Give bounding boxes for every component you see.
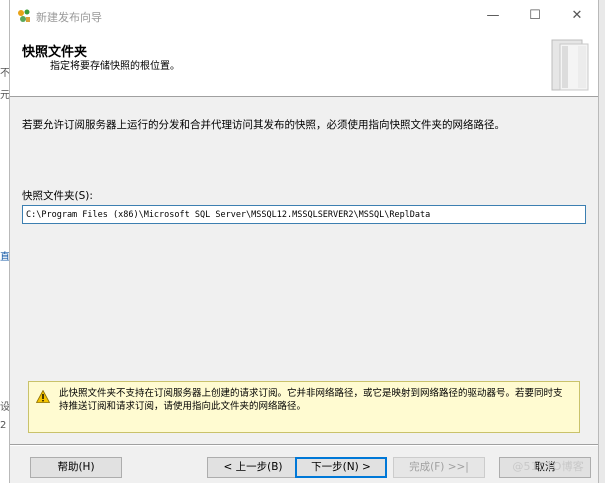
snapshot-folder-graphic (551, 39, 589, 91)
window-title: 新建发布向导 (36, 11, 102, 24)
minimize-button[interactable]: — (472, 0, 514, 32)
warning-text: 此快照文件夹不支持在订阅服务器上创建的请求订阅。它并非网络路径，或它是映射到网络… (59, 388, 563, 412)
maximize-button[interactable]: ☐ (514, 0, 556, 32)
snapshot-folder-label: 快照文件夹(S): (22, 190, 93, 202)
page-header-banner: 快照文件夹 指定将要存储快照的根位置。 (10, 32, 598, 97)
close-button[interactable]: ✕ (556, 0, 598, 32)
background-fragment: 2 (0, 420, 7, 431)
footer-divider (10, 444, 598, 446)
snapshot-folder-input[interactable] (22, 205, 586, 224)
warning-icon (36, 390, 50, 403)
new-publication-wizard-dialog: 新建发布向导 — ☐ ✕ 快照文件夹 指定将要存储快照的根位置。 若要允许订阅服… (9, 0, 599, 483)
page-subtitle: 指定将要存储快照的根位置。 (50, 61, 180, 72)
next-button[interactable]: 下一步(N) > (295, 457, 387, 478)
background-window-edge-right (599, 0, 605, 483)
finish-button[interactable]: 完成(F) >>| (393, 457, 485, 478)
warning-message-box: 此快照文件夹不支持在订阅服务器上创建的请求订阅。它并非网络路径，或它是映射到网络… (28, 381, 580, 433)
back-button[interactable]: < 上一步(B) (207, 457, 299, 478)
description-text: 若要允许订阅服务器上运行的分发和合并代理访问其发布的快照，必须使用指向快照文件夹… (22, 119, 505, 131)
watermark: @51CTO博客 (512, 460, 584, 473)
title-bar: 新建发布向导 — ☐ ✕ (10, 0, 598, 32)
wizard-app-icon (18, 9, 30, 22)
help-button[interactable]: 帮助(H) (30, 457, 122, 478)
